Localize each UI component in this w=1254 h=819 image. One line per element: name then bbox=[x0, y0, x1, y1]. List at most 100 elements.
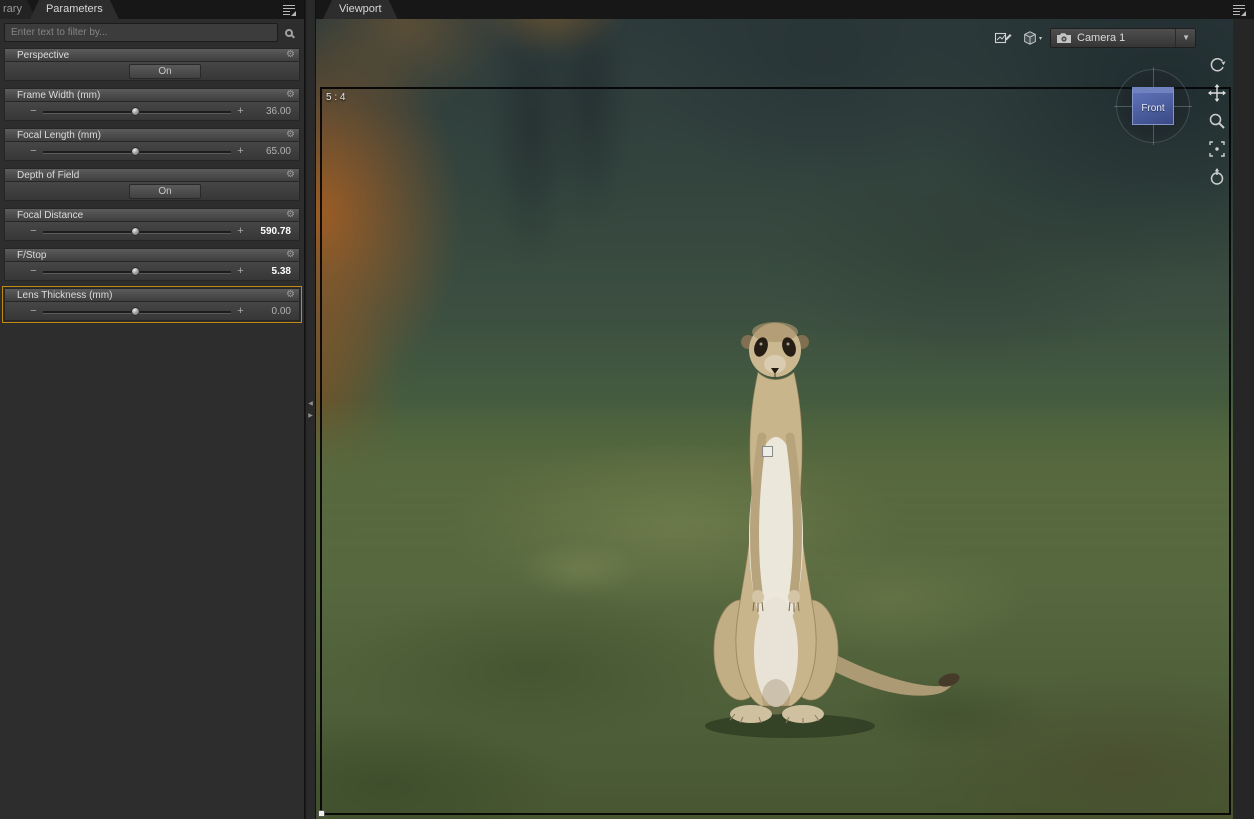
panel-menu-icon[interactable] bbox=[279, 2, 299, 18]
param-control-row: − + 590.78 bbox=[4, 222, 300, 241]
meerkat-model[interactable] bbox=[665, 302, 985, 742]
gear-icon[interactable]: ⚙ bbox=[286, 210, 295, 220]
gear-icon[interactable]: ⚙ bbox=[286, 130, 295, 140]
selection-handle[interactable] bbox=[762, 446, 773, 457]
splitter-collapse-right-icon: ▶ bbox=[308, 412, 313, 419]
tab-content-library[interactable]: rary bbox=[0, 0, 36, 19]
drawstyle-dropdown-arrow: ▾ bbox=[1038, 35, 1042, 42]
slider-increment-button[interactable]: + bbox=[234, 265, 247, 277]
viewport-panel: Viewport 5: 4 ▾ Camera 1 ▼ Front bbox=[316, 0, 1254, 819]
param-control-row: On bbox=[4, 62, 300, 81]
slider-decrement-button[interactable]: − bbox=[27, 145, 40, 157]
focal-length-value[interactable]: 65.00 bbox=[247, 146, 299, 157]
zoom-tool-icon[interactable] bbox=[1207, 111, 1227, 131]
slider-increment-button[interactable]: + bbox=[234, 225, 247, 237]
gear-icon[interactable]: ⚙ bbox=[286, 250, 295, 260]
parameters-panel: rary Parameters Perspective ⚙ On bbox=[0, 0, 305, 819]
gear-icon[interactable]: ⚙ bbox=[286, 90, 295, 100]
parameters-body: Perspective ⚙ On Frame Width (mm) ⚙ − + … bbox=[0, 19, 304, 819]
camera-dropdown-arrow: ▼ bbox=[1175, 29, 1190, 47]
slider-thumb[interactable] bbox=[131, 146, 141, 156]
gear-icon[interactable]: ⚙ bbox=[286, 170, 295, 180]
frame-resize-handle[interactable] bbox=[318, 810, 325, 817]
frame-tool-icon[interactable] bbox=[1207, 139, 1227, 159]
filter-row bbox=[4, 23, 300, 42]
param-label: Lens Thickness (mm) bbox=[17, 289, 113, 301]
viewport-tools bbox=[1207, 55, 1229, 187]
param-header[interactable]: Perspective ⚙ bbox=[4, 48, 300, 62]
splitter-collapse-left-icon: ◀ bbox=[308, 400, 313, 407]
frame-width-slider[interactable] bbox=[43, 106, 231, 117]
param-control-row: − + 0.00 bbox=[4, 302, 300, 321]
lens-thickness-value[interactable]: 0.00 bbox=[247, 306, 299, 317]
rendered-scene bbox=[316, 19, 1233, 819]
slider-increment-button[interactable]: + bbox=[234, 105, 247, 117]
slider-thumb[interactable] bbox=[131, 106, 141, 116]
fstop-value[interactable]: 5.38 bbox=[247, 266, 299, 277]
gear-icon[interactable]: ⚙ bbox=[286, 290, 295, 300]
depth-of-field-toggle-button[interactable]: On bbox=[129, 183, 201, 199]
param-label: Focal Distance bbox=[17, 209, 84, 221]
left-tab-bar: rary Parameters bbox=[0, 0, 304, 19]
drawstyle-selector-icon[interactable]: ▾ bbox=[1021, 28, 1043, 48]
panel-menu-icon[interactable] bbox=[1229, 2, 1249, 18]
param-group-perspective: Perspective ⚙ On bbox=[4, 48, 300, 81]
camera-selector-label: Camera 1 bbox=[1077, 32, 1126, 44]
orbit-tool-icon[interactable] bbox=[1207, 55, 1227, 75]
param-label: Perspective bbox=[17, 49, 70, 61]
param-header[interactable]: Focal Distance ⚙ bbox=[4, 208, 300, 222]
viewport-tab-bar: Viewport bbox=[316, 0, 1254, 19]
param-header[interactable]: Lens Thickness (mm) ⚙ bbox=[4, 288, 300, 302]
focal-distance-slider[interactable] bbox=[43, 226, 231, 237]
slider-thumb[interactable] bbox=[131, 266, 141, 276]
slider-thumb[interactable] bbox=[131, 226, 141, 236]
focal-length-slider[interactable] bbox=[43, 146, 231, 157]
search-icon[interactable] bbox=[278, 23, 300, 42]
panel-splitter[interactable]: ◀ ▶ bbox=[305, 0, 316, 819]
param-label: Depth of Field bbox=[17, 169, 80, 181]
fstop-slider[interactable] bbox=[43, 266, 231, 277]
view-navigation-cube[interactable]: Front bbox=[1114, 67, 1192, 145]
tab-parameters[interactable]: Parameters bbox=[30, 0, 119, 19]
slider-decrement-button[interactable]: − bbox=[27, 225, 40, 237]
param-group-focal-distance: Focal Distance ⚙ − + 590.78 bbox=[4, 208, 300, 241]
slider-increment-button[interactable]: + bbox=[234, 145, 247, 157]
nav-cube-front-face[interactable]: Front bbox=[1132, 87, 1174, 125]
frame-width-value[interactable]: 36.00 bbox=[247, 106, 299, 117]
magnifier-glyph bbox=[285, 28, 293, 37]
perspective-toggle-button[interactable]: On bbox=[129, 63, 201, 79]
param-group-fstop: F/Stop ⚙ − + 5.38 bbox=[4, 248, 300, 281]
viewport-toolbar: ▾ Camera 1 ▼ bbox=[992, 27, 1196, 49]
app-window: rary Parameters Perspective ⚙ On bbox=[0, 0, 1254, 819]
pan-tool-icon[interactable] bbox=[1207, 83, 1227, 103]
param-group-frame-width: Frame Width (mm) ⚙ − + 36.00 bbox=[4, 88, 300, 121]
param-group-focal-length: Focal Length (mm) ⚙ − + 65.00 bbox=[4, 128, 300, 161]
aim-tool-icon[interactable] bbox=[1207, 167, 1227, 187]
param-header[interactable]: Focal Length (mm) ⚙ bbox=[4, 128, 300, 142]
viewport-canvas[interactable]: 5 : 4 ▾ Camera 1 ▼ Front bbox=[316, 19, 1254, 819]
param-label: Focal Length (mm) bbox=[17, 129, 101, 141]
slider-decrement-button[interactable]: − bbox=[27, 265, 40, 277]
param-group-depth-of-field: Depth of Field ⚙ On bbox=[4, 168, 300, 201]
param-label: Frame Width (mm) bbox=[17, 89, 101, 101]
gear-icon[interactable]: ⚙ bbox=[286, 50, 295, 60]
tab-viewport[interactable]: Viewport bbox=[323, 0, 398, 19]
param-control-row: On bbox=[4, 182, 300, 201]
filter-input[interactable] bbox=[4, 23, 278, 42]
lens-thickness-slider[interactable] bbox=[43, 306, 231, 317]
param-group-lens-thickness: Lens Thickness (mm) ⚙ − + 0.00 bbox=[2, 286, 302, 323]
param-control-row: − + 36.00 bbox=[4, 102, 300, 121]
camera-selector[interactable]: Camera 1 ▼ bbox=[1050, 28, 1196, 48]
slider-thumb[interactable] bbox=[131, 306, 141, 316]
param-header[interactable]: Depth of Field ⚙ bbox=[4, 168, 300, 182]
slider-decrement-button[interactable]: − bbox=[27, 305, 40, 317]
param-header[interactable]: F/Stop ⚙ bbox=[4, 248, 300, 262]
param-control-row: − + 65.00 bbox=[4, 142, 300, 161]
param-control-row: − + 5.38 bbox=[4, 262, 300, 281]
slider-decrement-button[interactable]: − bbox=[27, 105, 40, 117]
param-header[interactable]: Frame Width (mm) ⚙ bbox=[4, 88, 300, 102]
viewport-options-icon[interactable] bbox=[992, 28, 1014, 48]
focal-distance-value[interactable]: 590.78 bbox=[247, 226, 299, 237]
slider-increment-button[interactable]: + bbox=[234, 305, 247, 317]
camera-icon bbox=[1057, 33, 1071, 43]
